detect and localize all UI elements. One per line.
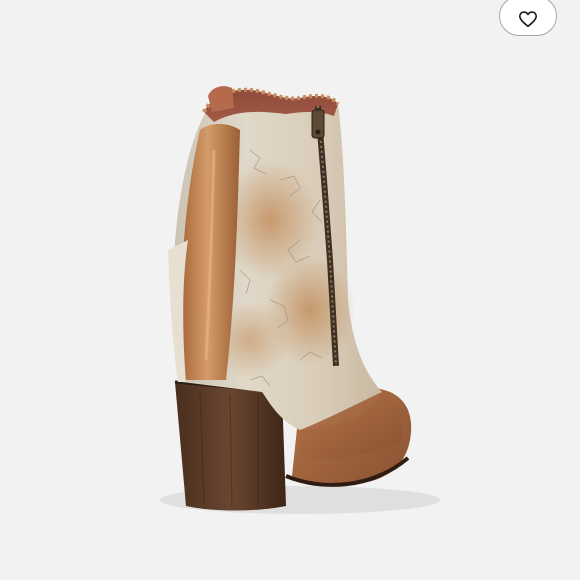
zipper-pull-hole [315,129,321,135]
product-image-viewer [0,0,580,580]
product-image [0,0,580,580]
favorite-button[interactable] [499,0,557,36]
heart-outline-icon [518,11,537,28]
